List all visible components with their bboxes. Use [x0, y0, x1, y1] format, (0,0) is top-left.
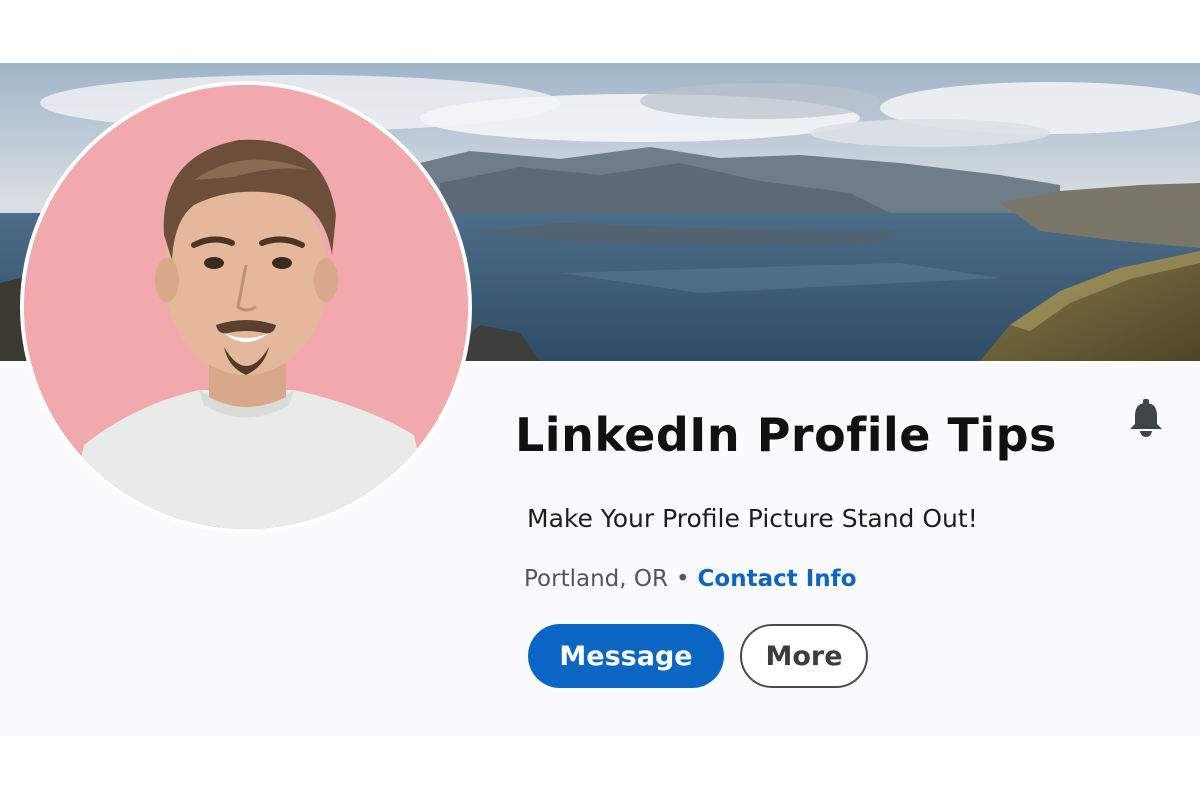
location-row: Portland, OR • Contact Info: [524, 566, 857, 592]
person-portrait-illustration: [24, 85, 468, 529]
profile-photo-image: [24, 85, 468, 529]
bell-icon[interactable]: [1127, 398, 1165, 438]
profile-headline: Make Your Profile Picture Stand Out!: [527, 504, 978, 533]
message-button[interactable]: Message: [528, 624, 724, 688]
more-button[interactable]: More: [740, 624, 868, 688]
location-text: Portland, OR: [524, 566, 668, 592]
profile-name: LinkedIn Profile Tips: [515, 408, 1057, 462]
bell-icon-glyph: [1130, 399, 1162, 437]
page: LinkedIn Profile Tips Make Your Profile …: [0, 0, 1200, 800]
profile-card: LinkedIn Profile Tips Make Your Profile …: [0, 63, 1200, 736]
separator-dot: •: [675, 566, 690, 592]
profile-photo[interactable]: [20, 81, 472, 533]
contact-info-link[interactable]: Contact Info: [698, 566, 857, 592]
